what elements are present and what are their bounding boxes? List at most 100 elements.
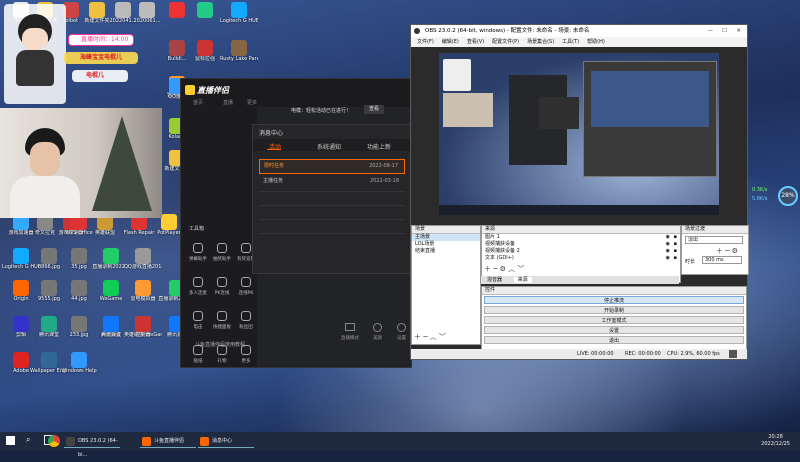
source-name: 视频捕获设备 <box>485 241 516 247</box>
app-icon <box>103 280 119 296</box>
live-mode-button[interactable]: 直播模式 <box>341 335 359 341</box>
toolbox-item[interactable]: 多人连麦 <box>187 273 209 303</box>
app-icon <box>197 40 213 56</box>
companion-nav-1[interactable]: 首页 <box>193 99 203 106</box>
companion-notice: 电模：轻松活动已在进行！ <box>291 108 352 114</box>
control-button[interactable]: 停止推流 <box>484 296 744 304</box>
app-icon <box>135 248 151 264</box>
transition-add-remove-controls[interactable]: ＋ ─ ⚙ <box>716 246 738 256</box>
start-windows-icon[interactable] <box>6 436 15 445</box>
source-add-remove-controls[interactable]: ＋ ─ ⚙ ︿ ﹀ <box>484 264 524 274</box>
desktop-icon-label: WPS Office <box>65 230 93 236</box>
toolbox-item[interactable]: 电击 <box>187 307 209 337</box>
visibility-eye-icon[interactable]: ◉ <box>666 234 670 241</box>
toolbox-item[interactable]: 连线PK <box>235 273 257 303</box>
obs-menu-item[interactable]: 编辑(E) <box>442 39 459 45</box>
beauty-button[interactable]: 美颜 <box>373 335 382 341</box>
taskbar-app[interactable]: 斗鱼直播伴侣 <box>140 434 196 448</box>
scene-add-remove-controls[interactable]: ＋ ─ ︿ ﹀ <box>414 332 446 342</box>
desktop-icon[interactable]: Rusty Lake Paradise <box>220 40 258 62</box>
visibility-eye-icon[interactable]: ◉ <box>666 248 670 255</box>
desktop-icon[interactable] <box>186 2 224 18</box>
close-icon[interactable]: ✕ <box>736 25 741 37</box>
desktop-icon[interactable]: 雷电模拟器 <box>124 280 162 302</box>
source-item[interactable]: 视频捕获设备 ◉ ▪ <box>482 241 680 248</box>
obs-menu-item[interactable]: 工具(T) <box>562 39 579 45</box>
visibility-eye-icon[interactable]: ◉ <box>666 241 670 248</box>
taskbar-app[interactable]: OBS 23.0.2 (64-bi... <box>64 434 120 458</box>
control-button[interactable]: 开始录制 <box>484 306 744 314</box>
tab-system[interactable]: 系统通知 <box>317 142 341 151</box>
control-button[interactable]: 退出 <box>484 336 744 344</box>
transition-select[interactable]: 淡出 <box>685 236 743 244</box>
usage-percent[interactable]: 28% <box>778 186 798 206</box>
source-item[interactable]: 文本 (GDI+) ◉ ▪ <box>482 255 680 262</box>
tool-label: 弹幕助手 <box>189 257 207 262</box>
control-button[interactable]: 设置 <box>484 326 744 334</box>
tab-mixer[interactable]: 混音器 <box>487 277 502 283</box>
source-name: 图片 1 <box>485 234 500 240</box>
control-button[interactable]: 工作室模式 <box>484 316 744 324</box>
obs-status-bar: LIVE: 00:00:00 REC: 00:00:00 CPU: 2.9%, … <box>411 349 747 359</box>
network-speed-widget: 0.3K/s 5.8K/s 28% <box>752 184 798 208</box>
tool-label: 贴纸 <box>193 359 203 364</box>
source-name: 视频捕获设备 2 <box>485 248 520 254</box>
toolbox-item[interactable]: 抽奖助手 <box>211 239 233 269</box>
obs-preview-canvas[interactable] <box>439 53 719 215</box>
duration-input[interactable]: 300 ms <box>702 256 742 264</box>
fan-name-text: 海峰宝宝电棍儿 <box>80 54 123 61</box>
app-icon <box>41 248 57 264</box>
toolbox-item[interactable]: PK连线 <box>211 273 233 303</box>
clock[interactable]: 20:28 2022/12/25 <box>761 434 790 448</box>
obs-menu-item[interactable]: 场景集合(S) <box>527 39 554 45</box>
obs-menu-item[interactable]: 查看(V) <box>467 39 484 45</box>
webcam-feed <box>0 108 162 218</box>
message-row-2[interactable]: 主播任务 2022-03-18 <box>259 175 405 188</box>
desktop-icon-label: Windows Help <box>61 368 97 374</box>
companion-settings-button[interactable]: 设置 <box>397 335 406 341</box>
desktop-icon[interactable]: Logitech G HUB <box>220 2 258 24</box>
sources-header: 来源 <box>482 226 680 234</box>
taskbar: ⌕ OBS 23.0.2 (64-bi... 斗鱼直播伴侣 消息中心 20:28 2… <box>0 432 800 458</box>
taskbar-app-label: 消息中心 <box>212 438 233 444</box>
obs-menu-item[interactable]: 帮助(H) <box>587 39 605 45</box>
obs-menu-item[interactable]: 文件(F) <box>417 39 434 45</box>
scene-item[interactable]: 主场景 <box>412 234 480 241</box>
minimize-icon[interactable]: — <box>708 25 714 37</box>
fan-name-banner: 海峰宝宝电棍儿 <box>64 52 138 64</box>
companion-nav-2[interactable]: 直播 <box>223 99 233 106</box>
obs-window: OBS 23.0.2 (64-bit, windows) - 配置文件: 未命名… <box>410 24 749 360</box>
tab-new-features[interactable]: 功能上新 <box>367 142 391 151</box>
desktop-icon[interactable]: QQ游戏直播2018062... <box>124 248 162 270</box>
obs-title-text: OBS 23.0.2 (64-bit, windows) - 配置文件: 未命名… <box>425 28 590 34</box>
toolbox-item[interactable]: 粉丝团 <box>235 307 257 337</box>
source-item[interactable]: 图片 1 ◉ ▪ <box>482 234 680 241</box>
lock-icon[interactable]: ▪ <box>674 248 677 255</box>
lock-icon[interactable]: ▪ <box>674 234 677 241</box>
toolbox-item[interactable]: 弹幕助手 <box>187 239 209 269</box>
chrome-icon[interactable] <box>48 435 60 447</box>
message-row-1[interactable]: 限时任务 2022-08-17 <box>259 159 405 174</box>
obs-menu-item[interactable]: 配置文件(P) <box>492 39 519 45</box>
maximize-icon[interactable]: ☐ <box>722 25 727 37</box>
desktop-icon[interactable]: 腾讯课堂 <box>30 316 68 338</box>
source-item[interactable]: 视频捕获设备 2 ◉ ▪ <box>482 248 680 255</box>
desktop-icon[interactable]: Bulldi... <box>158 40 196 62</box>
taskbar-app[interactable]: 消息中心 <box>198 434 254 448</box>
toolbox-item[interactable]: 快捷面板 <box>211 307 233 337</box>
lock-icon[interactable]: ▪ <box>674 255 677 262</box>
scene-item[interactable]: LOL场景 <box>412 241 480 248</box>
tool-label: 粉丝团 <box>239 325 253 330</box>
taskbar-app-label: OBS 23.0.2 (64-bi... <box>78 438 118 458</box>
search-icon[interactable]: ⌕ <box>26 435 30 445</box>
tutorial-link[interactable]: 斗鱼直播伴侣使用教程 <box>195 341 245 348</box>
obs-logo-icon <box>414 28 420 34</box>
tab-sources[interactable]: 来源 <box>513 277 532 283</box>
desktop-icon[interactable]: Windows Help <box>60 352 98 374</box>
visibility-eye-icon[interactable]: ◉ <box>666 255 670 262</box>
desktop-icon[interactable]: 控制器 <box>124 316 162 338</box>
companion-nav-3[interactable]: 更多 <box>247 99 257 106</box>
scene-item[interactable]: 结束直播 <box>412 248 480 255</box>
lock-icon[interactable]: ▪ <box>674 241 677 248</box>
notice-view-button[interactable]: 查看 <box>364 105 384 114</box>
